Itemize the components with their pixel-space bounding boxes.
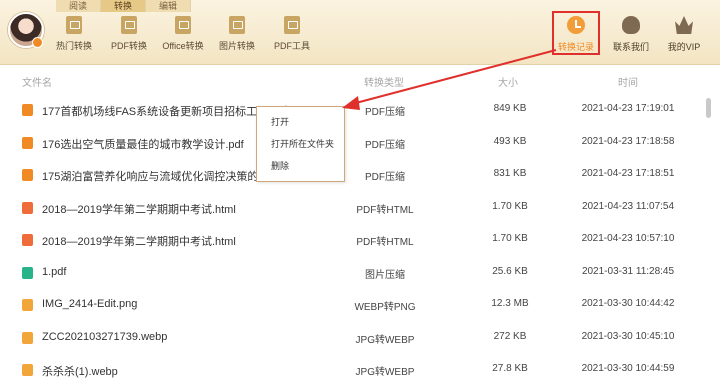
convert-type: JPG转WEBP <box>355 334 415 346</box>
table-row[interactable]: ZCC202103271739.webp JPG转WEBP 272 KB 202… <box>0 322 700 355</box>
avatar-badge-icon <box>32 37 43 48</box>
convert-time: 2021-04-23 17:19:01 <box>581 103 675 114</box>
tool-office-convert[interactable]: Office转换 <box>157 16 209 56</box>
tool-label: Office转换 <box>162 41 204 51</box>
convert-time: 2021-03-31 11:28:45 <box>581 265 675 277</box>
file-size: 831 KB <box>493 168 527 179</box>
context-menu: 打开 打开所在文件夹 删除 <box>256 106 345 182</box>
menu-item-delete[interactable]: 删除 <box>257 155 344 177</box>
file-size: 849 KB <box>493 103 527 114</box>
history-highlight-box <box>552 11 600 55</box>
convert-type: WEBP转PNG <box>354 302 416 313</box>
tool-hot-convert[interactable]: 热门转换 <box>48 16 100 56</box>
convert-time: 2021-04-23 11:07:54 <box>581 200 675 212</box>
convert-type: 图片压缩 <box>365 269 405 281</box>
file-name: 2018—2019学年第二学期期中考试.html <box>42 236 236 248</box>
convert-type: JPG转WEBP <box>355 367 415 378</box>
column-header-type: 转换类型 <box>364 78 404 89</box>
file-size: 272 KB <box>493 330 527 342</box>
scrollbar-thumb[interactable] <box>706 98 711 118</box>
image-icon <box>229 16 245 34</box>
tool-pdf-tools[interactable]: PDF工具 <box>266 16 318 56</box>
vip-label: 我的VIP <box>667 42 701 52</box>
tool-label: 图片转换 <box>218 41 255 51</box>
history-list: 177首都机场线FAS系统设备更新项目招标工程量清 PDF压缩 849 KB 2… <box>0 94 700 387</box>
tool-label: PDF工具 <box>273 41 310 51</box>
file-name: IMG_2414-Edit.png <box>42 298 138 310</box>
convert-time: 2021-03-30 10:45:10 <box>581 330 675 342</box>
convert-type: PDF压缩 <box>365 107 405 118</box>
convert-time: 2021-04-23 10:57:10 <box>581 233 675 244</box>
pdf-icon <box>22 104 33 116</box>
tab-convert[interactable]: 转换 <box>101 0 146 12</box>
tab-read[interactable]: 阅读 <box>56 0 101 12</box>
html-icon <box>22 234 33 246</box>
file-size: 1.70 KB <box>492 200 528 212</box>
table-row[interactable]: IMG_2414-Edit.png WEBP转PNG 12.3 MB 2021-… <box>0 289 700 322</box>
file-size: 493 KB <box>493 135 527 147</box>
pdf-icon <box>22 169 33 181</box>
convert-type: PDF压缩 <box>365 139 405 151</box>
convert-type: PDF转HTML <box>356 204 414 216</box>
convert-type: PDF压缩 <box>365 172 405 183</box>
headset-icon <box>622 16 640 34</box>
document-icon <box>175 16 191 34</box>
file-size: 27.8 KB <box>492 363 528 374</box>
contact-button[interactable]: 联系我们 <box>609 16 653 53</box>
html-icon <box>22 201 33 214</box>
file-size: 25.6 KB <box>492 265 528 277</box>
table-row[interactable]: 177首都机场线FAS系统设备更新项目招标工程量清 PDF压缩 849 KB 2… <box>0 94 700 127</box>
file-size: 12.3 MB <box>491 298 529 309</box>
toolbox-icon <box>284 16 300 34</box>
file-size: 1.70 KB <box>492 233 528 244</box>
file-name: 1.pdf <box>42 265 67 278</box>
star-icon <box>66 16 82 34</box>
tool-label: PDF转换 <box>110 41 147 51</box>
table-row[interactable]: 2018—2019学年第二学期期中考试.html PDF转HTML 1.70 K… <box>0 224 700 257</box>
column-header-time: 时间 <box>618 78 638 89</box>
table-row[interactable]: 176选出空气质量最佳的城市教学设计.pdf PDF压缩 493 KB 2021… <box>0 127 700 160</box>
column-header-name: 文件名 <box>22 78 52 89</box>
convert-time: 2021-04-23 17:18:51 <box>581 168 675 179</box>
tool-image-convert[interactable]: 图片转换 <box>211 16 263 56</box>
table-row[interactable]: 1.pdf 图片压缩 25.6 KB 2021-03-31 11:28:45 <box>0 257 700 290</box>
top-toolbar: 阅读 转换 编辑 热门转换 PDF转换 Office转换 图片转换 PDF工具 … <box>0 0 720 65</box>
file-name: ZCC202103271739.webp <box>42 330 168 343</box>
convert-time: 2021-03-30 10:44:59 <box>581 363 675 374</box>
webp-icon <box>22 331 33 344</box>
file-name: 2018—2019学年第二学期期中考试.html <box>42 203 236 216</box>
tab-edit[interactable]: 编辑 <box>146 0 191 12</box>
vip-button[interactable]: 我的VIP <box>662 16 706 53</box>
file-name: 杀杀杀(1).webp <box>42 366 118 378</box>
table-row[interactable]: 2018—2019学年第二学期期中考试.html PDF转HTML 1.70 K… <box>0 192 700 225</box>
menu-item-open[interactable]: 打开 <box>257 111 344 133</box>
convert-type: PDF转HTML <box>356 237 414 248</box>
webp-icon <box>22 299 33 311</box>
convert-time: 2021-03-30 10:44:42 <box>581 298 675 309</box>
image-icon <box>22 266 33 279</box>
tool-pdf-convert[interactable]: PDF转换 <box>103 16 155 56</box>
table-row[interactable]: 杀杀杀(1).webp JPG转WEBP 27.8 KB 2021-03-30 … <box>0 354 700 387</box>
pdf-icon <box>22 136 33 149</box>
webp-icon <box>22 364 33 376</box>
table-row[interactable]: 175湖泊富营养化响应与流域优化调控决策的模型研 PDF压缩 831 KB 20… <box>0 159 700 192</box>
mode-tabs: 阅读 转换 编辑 <box>56 0 191 12</box>
column-header-size: 大小 <box>498 78 518 89</box>
convert-time: 2021-04-23 17:18:58 <box>581 135 675 147</box>
contact-label: 联系我们 <box>612 42 649 52</box>
tool-label: 热门转换 <box>55 41 92 51</box>
crown-icon <box>675 16 693 34</box>
pdf-icon <box>121 16 137 34</box>
menu-item-open-folder[interactable]: 打开所在文件夹 <box>257 133 344 155</box>
